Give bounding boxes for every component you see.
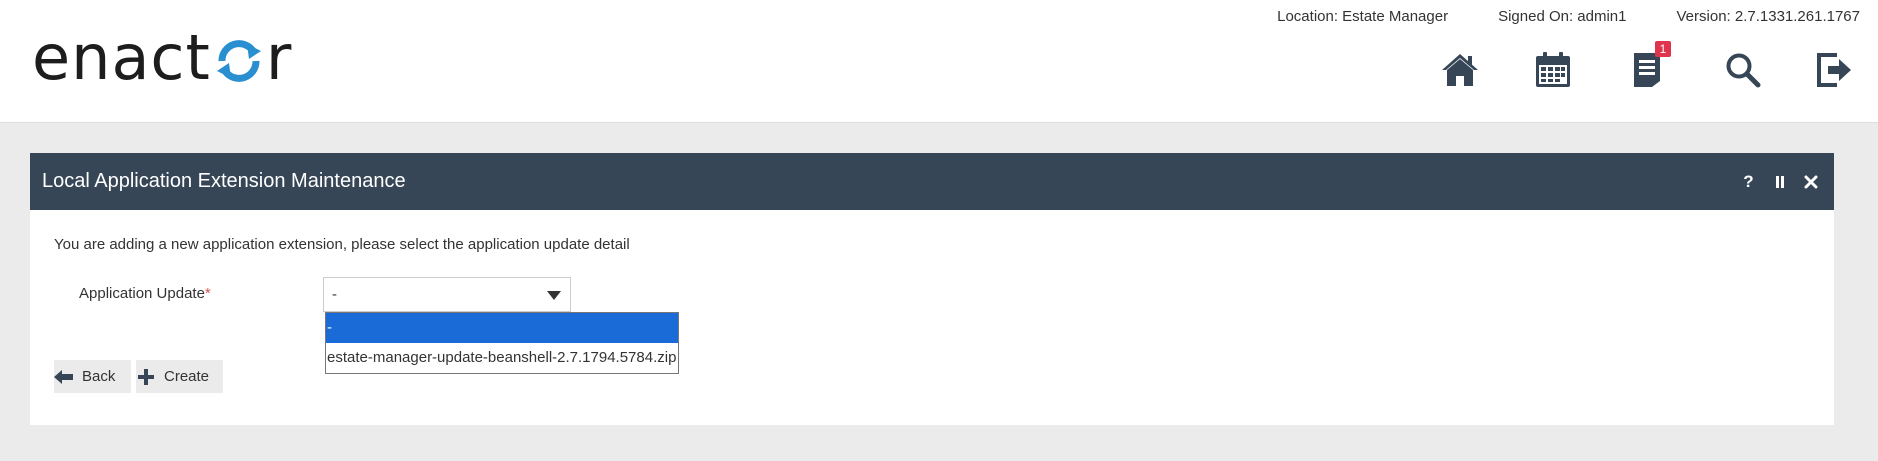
- search-icon[interactable]: [1721, 48, 1765, 92]
- create-button[interactable]: Create: [136, 360, 223, 393]
- pause-icon[interactable]: [1764, 166, 1795, 197]
- location-text: Location: Estate Manager: [1277, 8, 1449, 25]
- application-update-select[interactable]: -: [323, 277, 571, 312]
- enactor-logo[interactable]: enact r: [32, 21, 293, 94]
- calendar-icon[interactable]: [1531, 48, 1575, 92]
- back-button-label: Back: [82, 368, 116, 385]
- intro-text: You are adding a new application extensi…: [54, 236, 630, 253]
- logo-text-end: r: [265, 21, 293, 94]
- arrow-left-icon: [54, 367, 74, 387]
- required-marker: *: [204, 285, 211, 302]
- app-header: enact r Location: Estate Manager Signed …: [0, 0, 1878, 123]
- create-button-label: Create: [164, 368, 210, 385]
- status-bar: Location: Estate Manager Signed On: admi…: [1227, 8, 1860, 25]
- document-icon[interactable]: 1: [1625, 41, 1671, 92]
- application-update-label: Application Update*: [79, 285, 211, 302]
- dropdown-option[interactable]: estate-manager-update-beanshell-2.7.1794…: [326, 343, 678, 373]
- logout-icon[interactable]: [1812, 48, 1856, 92]
- application-update-select-value: -: [332, 286, 337, 303]
- application-update-dropdown: - estate-manager-update-beanshell-2.7.17…: [325, 312, 679, 374]
- maintenance-panel: Local Application Extension Maintenance …: [30, 153, 1834, 425]
- help-icon[interactable]: ?: [1733, 166, 1764, 197]
- logo-text-start: enact: [32, 21, 211, 94]
- back-button[interactable]: Back: [54, 360, 131, 393]
- notification-badge: 1: [1655, 41, 1671, 57]
- plus-icon: [136, 367, 156, 387]
- dropdown-option[interactable]: -: [326, 313, 678, 343]
- version-text: Version: 2.7.1331.261.1767: [1676, 8, 1861, 25]
- application-update-label-text: Application Update: [79, 285, 205, 302]
- panel-actions: ?: [1733, 153, 1826, 210]
- chevron-down-icon: [547, 291, 561, 300]
- home-icon[interactable]: [1438, 48, 1482, 92]
- signed-on-text: Signed On: admin1: [1498, 8, 1627, 25]
- panel-title: Local Application Extension Maintenance: [42, 170, 406, 192]
- close-icon[interactable]: [1795, 166, 1826, 197]
- logo-ring-icon: [213, 35, 265, 87]
- panel-title-bar: Local Application Extension Maintenance …: [30, 153, 1834, 210]
